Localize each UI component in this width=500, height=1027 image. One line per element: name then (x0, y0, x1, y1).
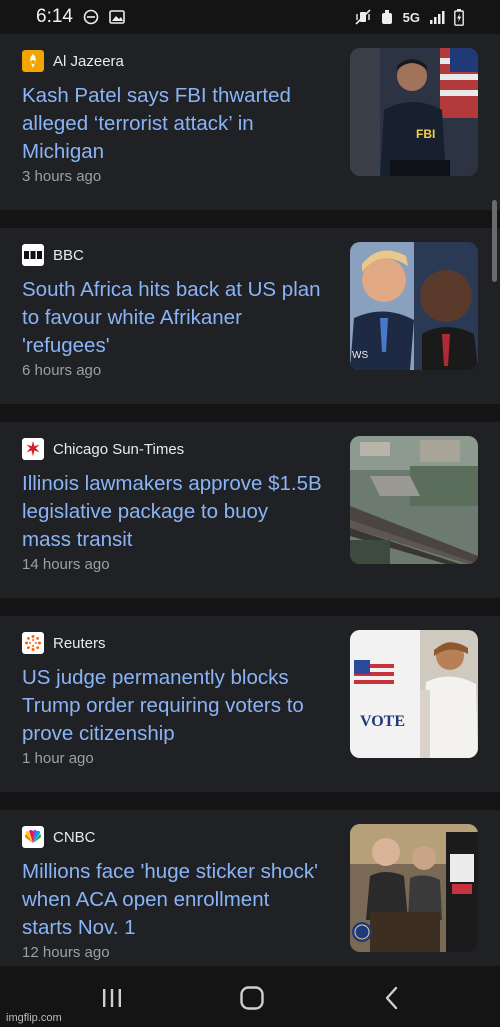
cnbc-peacock-logo-icon (22, 826, 44, 848)
bbc-logo-icon (22, 244, 44, 266)
source-name: BBC (53, 246, 84, 264)
headline-link[interactable]: Millions face 'huge sticker shock' when … (22, 858, 322, 942)
thumb-fbi-text: FBI (416, 127, 435, 141)
source-row: Chicago Sun-Times (22, 438, 184, 460)
news-card[interactable]: Chicago Sun-Times Illinois lawmakers app… (0, 422, 500, 598)
source-row: Reuters (22, 632, 106, 654)
published-time: 6 hours ago (22, 362, 102, 379)
news-card[interactable]: CNBC Millions face 'huge sticker shock' … (0, 810, 500, 986)
recent-apps-icon (103, 989, 121, 1007)
scrollbar-thumb[interactable] (492, 200, 497, 282)
network-type: 5G (402, 9, 420, 25)
alarm-icon (380, 9, 394, 25)
card-separator (0, 598, 500, 616)
battery-charging-icon (454, 8, 464, 26)
thumb-vote-text: VOTE (360, 713, 405, 730)
gallery-icon (109, 10, 125, 24)
thumb-caption-text: WS (352, 350, 368, 361)
vibrate-mute-icon (355, 9, 371, 25)
card-separator (0, 210, 500, 228)
article-thumbnail[interactable] (350, 824, 478, 952)
article-thumbnail[interactable] (350, 436, 478, 564)
status-bar: 6:14 5G (0, 0, 500, 34)
card-separator (0, 792, 500, 810)
do-not-disturb-icon (83, 9, 99, 25)
al-jazeera-logo-icon (22, 50, 44, 72)
article-thumbnail[interactable]: WS (350, 242, 478, 370)
headline-link[interactable]: Illinois lawmakers approve $1.5B legisla… (22, 470, 322, 554)
source-row: CNBC (22, 826, 96, 848)
headline-link[interactable]: Kash Patel says FBI thwarted alleged ‘te… (22, 82, 322, 166)
published-time: 1 hour ago (22, 750, 94, 767)
watermark: imgflip.com (6, 1012, 62, 1024)
recent-apps-button[interactable] (92, 978, 132, 1018)
article-thumbnail[interactable]: FBI (350, 48, 478, 176)
source-name: Al Jazeera (53, 52, 124, 70)
navigation-bar: imgflip.com (0, 966, 500, 1027)
clock: 6:14 (36, 6, 73, 27)
published-time: 12 hours ago (22, 944, 110, 961)
chicago-sun-times-logo-icon (22, 438, 44, 460)
source-row: BBC (22, 244, 84, 266)
source-row: Al Jazeera (22, 50, 124, 72)
news-card[interactable]: Al Jazeera Kash Patel says FBI thwarted … (0, 34, 500, 210)
headline-link[interactable]: South Africa hits back at US plan to fav… (22, 276, 322, 360)
source-name: Reuters (53, 634, 106, 652)
headline-link[interactable]: US judge permanently blocks Trump order … (22, 664, 322, 748)
news-card[interactable]: Reuters US judge permanently blocks Trum… (0, 616, 500, 792)
news-card[interactable]: BBC South Africa hits back at US plan to… (0, 228, 500, 404)
back-chevron-icon (385, 986, 398, 1010)
article-thumbnail[interactable]: VOTE (350, 630, 478, 758)
source-name: CNBC (53, 828, 96, 846)
reuters-logo-icon (22, 632, 44, 654)
signal-icon (429, 10, 445, 24)
published-time: 3 hours ago (22, 168, 102, 185)
published-time: 14 hours ago (22, 556, 110, 573)
home-button[interactable] (232, 978, 272, 1018)
home-icon (240, 986, 264, 1010)
source-name: Chicago Sun-Times (53, 440, 185, 458)
card-separator (0, 404, 500, 422)
back-button[interactable] (372, 978, 412, 1018)
news-feed: Al Jazeera Kash Patel says FBI thwarted … (0, 34, 500, 986)
